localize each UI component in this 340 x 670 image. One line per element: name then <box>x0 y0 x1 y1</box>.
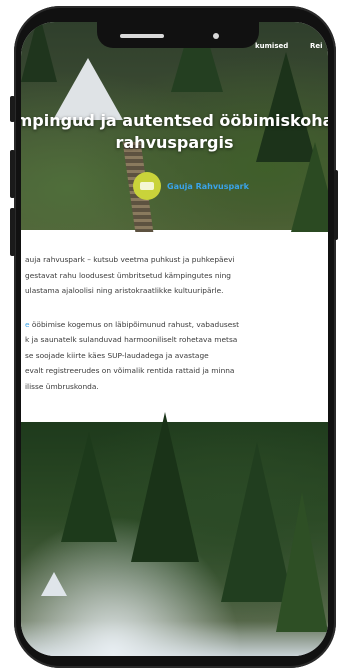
tree-graphic <box>21 22 57 82</box>
hero-section: kumised Rei mpingud ja autentsed ööbimis… <box>21 22 328 232</box>
camera-icon <box>213 33 219 39</box>
tree-graphic <box>291 142 328 232</box>
volume-up-button <box>10 150 15 198</box>
text-line: se soojade kiirte käes SUP-laudadega ja … <box>25 350 209 360</box>
speaker-grille <box>120 34 164 38</box>
tree-graphic <box>131 412 199 562</box>
page-title: mpingud ja autentsed ööbimiskoha rahvusp… <box>21 110 328 154</box>
article-body: auja rahvuspark – kutsub veetma puhkust … <box>21 230 328 394</box>
page-title-line2: rahvuspargis <box>115 133 234 152</box>
page-title-line1: mpingud ja autentsed ööbimiskoha <box>21 111 328 130</box>
text-line: evalt registreerudes on võimalik rentida… <box>25 366 235 375</box>
author-logo-icon <box>133 172 161 200</box>
volume-down-button <box>10 208 15 256</box>
text-line: gestavat rahu loodusest ümbritsetud kämp… <box>25 270 231 280</box>
text-line: ulastama ajaloolisi ning aristokraatlikk… <box>25 286 224 295</box>
phone-screen: kumised Rei mpingud ja autentsed ööbimis… <box>21 22 328 656</box>
mute-switch <box>10 96 15 122</box>
author-link[interactable]: Gauja Rahvuspark <box>133 172 249 200</box>
article-paragraph-1: auja rahvuspark – kutsub veetma puhkust … <box>25 252 316 299</box>
text-line: auja rahvuspark – kutsub veetma puhkust … <box>25 255 235 264</box>
author-name[interactable]: Gauja Rahvuspark <box>167 182 249 191</box>
nav-item-rei[interactable]: Rei <box>310 42 323 50</box>
text-line-rest: ööbimise kogemus on läbipõimunud rahust,… <box>29 319 240 329</box>
text-line: e ööbimise kogemus on läbipõimunud rahus… <box>25 317 316 333</box>
article-paragraph-2: e ööbimise kogemus on läbipõimunud rahus… <box>25 317 316 395</box>
tree-graphic <box>276 492 328 632</box>
tree-graphic <box>61 432 117 542</box>
power-button <box>334 170 338 240</box>
forest-image <box>21 412 328 656</box>
nav-item-kumised[interactable]: kumised <box>255 42 288 50</box>
cabin-image <box>41 572 67 596</box>
text-line: k ja saunatelk sulanduvad harmooniliselt… <box>25 335 238 344</box>
text-line: ilisse ümbruskonda. <box>25 381 99 391</box>
